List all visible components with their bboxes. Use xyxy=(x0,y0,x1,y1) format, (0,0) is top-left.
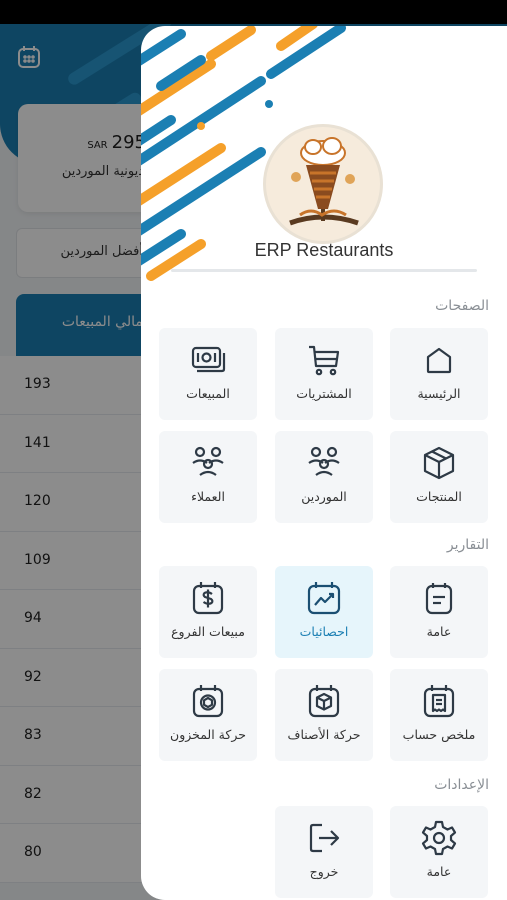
receipt-icon xyxy=(423,685,455,718)
app-name: ERP Restaurants xyxy=(254,240,394,260)
section-title-pages: الصفحات xyxy=(435,298,489,314)
chart-icon xyxy=(307,582,341,615)
menu-item-statistics[interactable]: احصائيات xyxy=(275,566,373,658)
shawarma-logo xyxy=(263,124,383,244)
menu-item-logout[interactable]: خروج xyxy=(275,806,373,898)
menu-item-branch-sales[interactable]: مبيعات الفروع xyxy=(159,566,257,658)
section-title-settings: الإعدادات xyxy=(434,777,489,793)
menu-item-customers[interactable]: العملاء xyxy=(159,431,257,523)
menu-item-home[interactable]: الرئيسية xyxy=(390,328,488,420)
divider xyxy=(171,269,477,272)
menu-item-sales[interactable]: المبيعات xyxy=(159,328,257,420)
menu-item-purchases[interactable]: المشتريات xyxy=(275,328,373,420)
report-icon xyxy=(425,583,453,615)
cash-icon xyxy=(191,346,226,373)
stock-icon xyxy=(192,685,224,718)
menu-item-stock-movement[interactable]: حركة المخزون xyxy=(159,669,257,761)
section-title-reports: التقارير xyxy=(446,537,489,553)
menu-item-account-summary[interactable]: ملخص حساب xyxy=(390,669,488,761)
users-icon xyxy=(308,446,340,476)
menu-item-suppliers[interactable]: الموردين xyxy=(275,431,373,523)
menu-item-items-movement[interactable]: حركة الأصناف xyxy=(275,669,373,761)
gear-icon xyxy=(421,820,457,856)
cart-icon xyxy=(309,345,340,376)
navigation-drawer: ERP Restaurants الصفحات التقارير الإعداد… xyxy=(141,26,507,900)
box-calendar-icon xyxy=(308,685,340,718)
box-icon xyxy=(423,446,455,480)
users-icon xyxy=(192,446,224,476)
logout-icon xyxy=(309,823,340,853)
home-icon xyxy=(426,347,452,374)
status-bar xyxy=(0,0,507,24)
menu-item-products[interactable]: المنتجات xyxy=(390,431,488,523)
dollar-icon xyxy=(192,582,224,615)
menu-item-general-reports[interactable]: عامة xyxy=(390,566,488,658)
menu-item-general-settings[interactable]: عامة xyxy=(390,806,488,898)
